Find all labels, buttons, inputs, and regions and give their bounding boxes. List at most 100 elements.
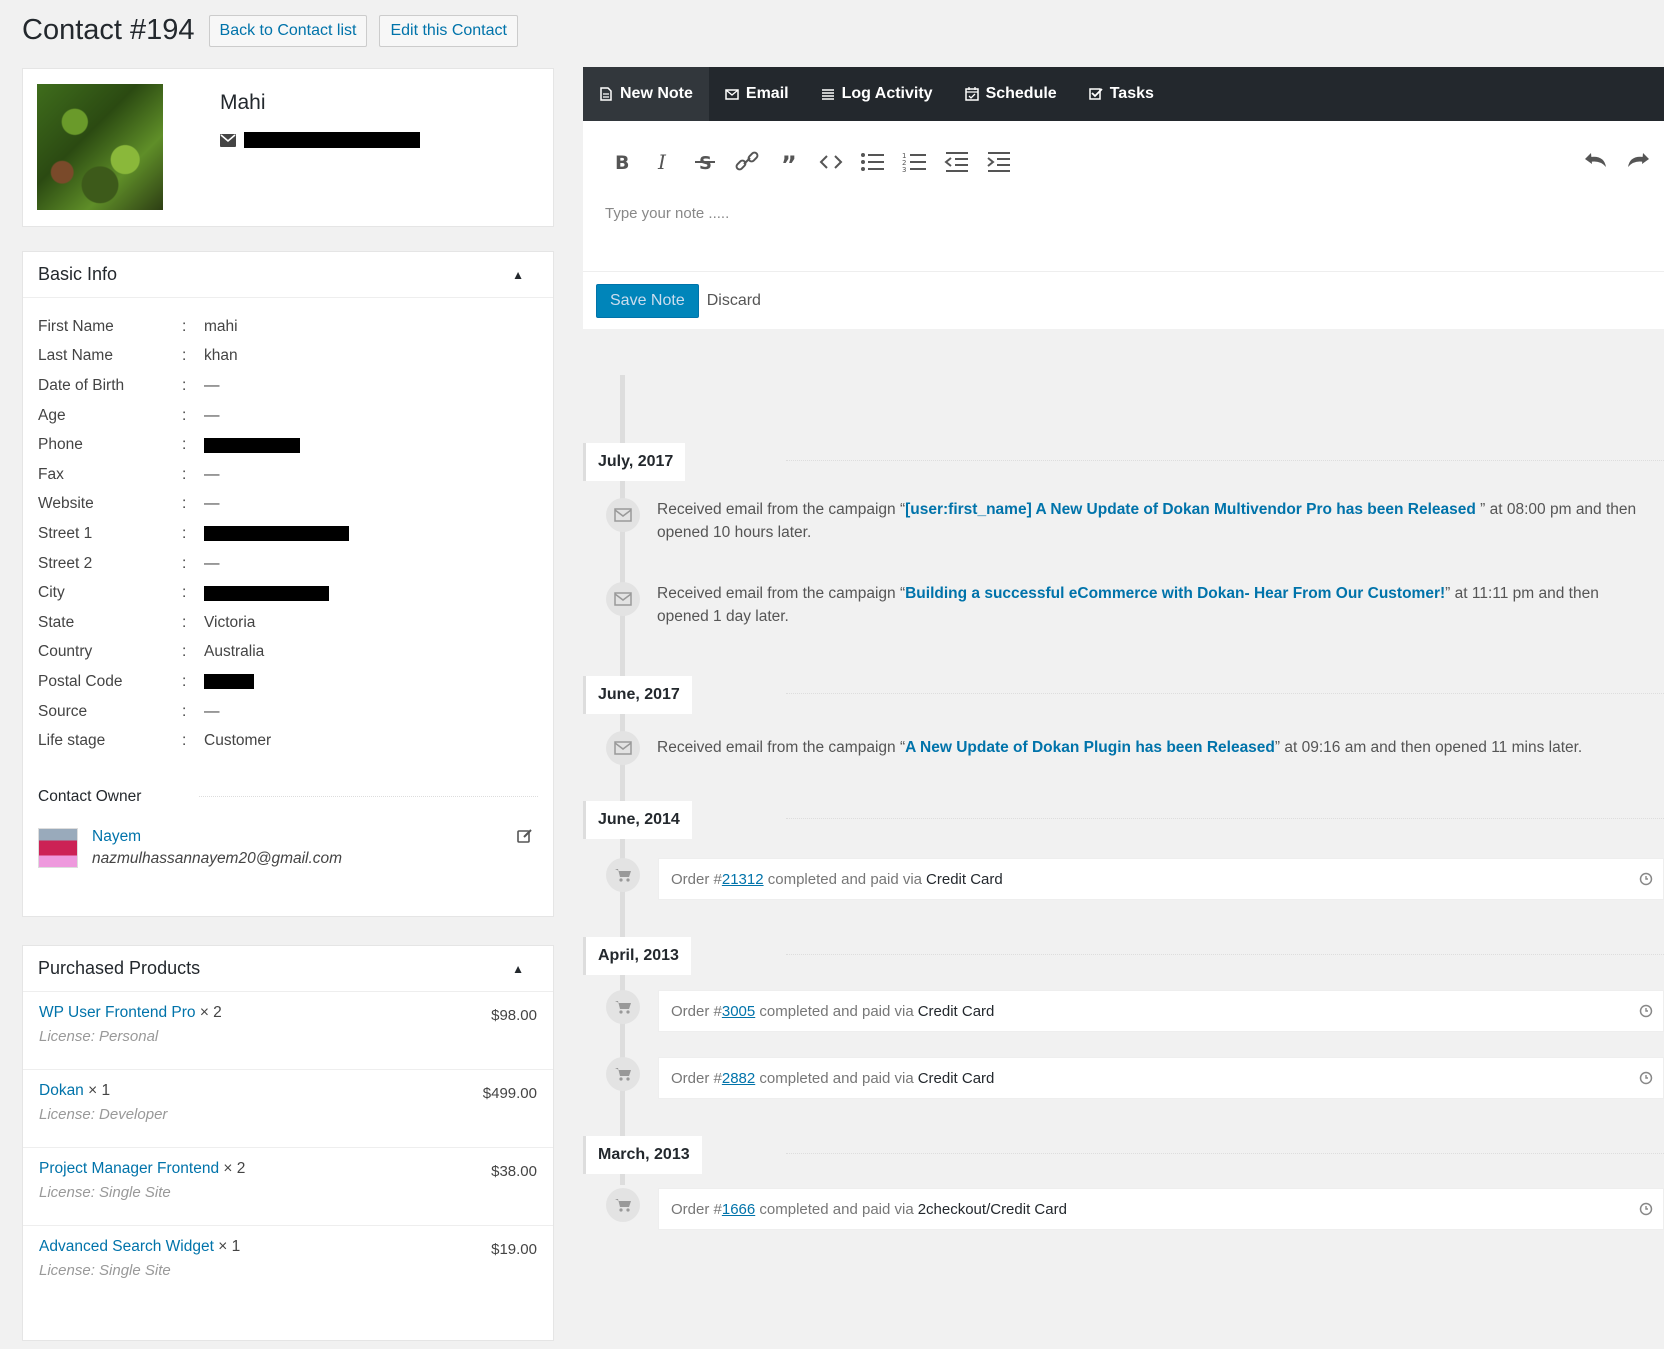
contact-name: Mahi xyxy=(220,91,266,114)
clock-icon xyxy=(1639,1004,1653,1018)
contact-owner-heading: Contact Owner xyxy=(23,788,553,806)
owner-name-link[interactable]: Nayem xyxy=(92,828,342,846)
info-row-source: Source: — xyxy=(38,702,220,720)
numbered-list-icon[interactable]: 123 xyxy=(901,149,929,175)
info-row-country: Country: Australia xyxy=(38,643,265,661)
right-column: New Note Email Log Activity Schedule Tas… xyxy=(583,67,1664,1230)
tab-schedule[interactable]: Schedule xyxy=(949,67,1073,121)
discard-button[interactable]: Discard xyxy=(707,292,761,310)
collapse-triangle-icon[interactable]: ▲ xyxy=(512,962,524,976)
undo-icon[interactable] xyxy=(1582,149,1610,175)
basic-info-title: Basic Info xyxy=(38,264,118,284)
note-actions: Save Note Discard xyxy=(583,271,1664,329)
product-link[interactable]: Project Manager Frontend xyxy=(39,1160,219,1177)
product-link[interactable]: WP User Frontend Pro xyxy=(39,1004,196,1021)
page-header: Contact #194 Back to Contact list Edit t… xyxy=(22,14,518,47)
info-row-last-name: Last Name: khan xyxy=(38,347,238,365)
info-label: Source xyxy=(38,702,88,720)
tab-label: New Note xyxy=(620,85,693,102)
product-qty: × 1 xyxy=(218,1238,241,1255)
edit-icon[interactable] xyxy=(517,828,533,844)
blockquote-icon[interactable]: ” xyxy=(775,149,803,175)
purchased-products-header[interactable]: Purchased Products ▲ xyxy=(23,946,553,992)
info-label: Fax xyxy=(38,465,64,483)
bullet-list-icon[interactable] xyxy=(859,149,887,175)
campaign-link[interactable]: Building a successful eCommerce with Dok… xyxy=(905,585,1445,602)
activity-text: completed and paid via xyxy=(759,1200,914,1218)
purchased-products-panel: Purchased Products ▲ WP User Frontend Pr… xyxy=(22,945,554,1341)
info-value: — xyxy=(204,495,220,513)
order-link[interactable]: 3005 xyxy=(722,1003,755,1020)
tab-label: Email xyxy=(745,85,789,102)
campaign-link[interactable]: [user:first_name] A New Update of Dokan … xyxy=(905,501,1476,518)
contact-email-row xyxy=(220,132,420,148)
email-activity: Received email from the campaign “A New … xyxy=(657,736,1652,759)
bold-icon[interactable]: B xyxy=(607,149,635,175)
redo-icon[interactable] xyxy=(1624,149,1652,175)
info-row-date-of-birth: Date of Birth: — xyxy=(38,376,220,394)
email-activity: Received email from the campaign “[user:… xyxy=(657,498,1652,544)
order-link[interactable]: 21312 xyxy=(722,871,764,888)
product-link[interactable]: Advanced Search Widget xyxy=(39,1238,214,1255)
info-label: City xyxy=(38,584,65,602)
month-header: June, 2014 xyxy=(583,801,692,839)
info-value: Australia xyxy=(204,643,265,661)
edit-contact-button[interactable]: Edit this Contact xyxy=(379,14,518,47)
link-icon[interactable] xyxy=(733,149,761,175)
info-label: Phone xyxy=(38,436,83,454)
product-item: WP User Frontend Pro × 2 License: Person… xyxy=(23,992,553,1070)
basic-info-header[interactable]: Basic Info ▲ xyxy=(23,252,553,298)
envelope-icon xyxy=(606,498,640,532)
back-to-contact-list-button[interactable]: Back to Contact list xyxy=(208,14,368,47)
svg-text:B: B xyxy=(615,152,629,174)
info-row-website: Website: — xyxy=(38,495,220,513)
info-value: — xyxy=(204,465,220,483)
contact-owner: Nayem nazmulhassannayem20@gmail.com xyxy=(23,806,553,868)
product-item: Project Manager Frontend × 2 License: Si… xyxy=(23,1148,553,1226)
campaign-link[interactable]: A New Update of Dokan Plugin has been Re… xyxy=(905,739,1275,756)
order-activity: Order #1666 completed and paid via 2check… xyxy=(658,1188,1664,1230)
info-label: Street 1 xyxy=(38,524,93,542)
strikethrough-icon[interactable]: S xyxy=(691,149,719,175)
product-license: License: Personal xyxy=(39,1028,159,1045)
outdent-icon[interactable] xyxy=(943,149,971,175)
envelope-icon xyxy=(725,89,739,100)
payment-method: Credit Card xyxy=(917,1002,995,1020)
collapse-triangle-icon[interactable]: ▲ xyxy=(512,268,524,282)
order-link[interactable]: 1666 xyxy=(722,1201,755,1218)
payment-method: 2checkout/Credit Card xyxy=(917,1200,1067,1218)
info-label: Website xyxy=(38,495,94,513)
info-row-street-1: Street 1: xyxy=(23,519,553,549)
cart-icon xyxy=(606,990,640,1024)
info-label: Country xyxy=(38,643,93,661)
product-link[interactable]: Dokan xyxy=(39,1082,84,1099)
envelope-icon xyxy=(606,731,640,765)
order-link[interactable]: 2882 xyxy=(722,1070,755,1087)
info-row-state: State: Victoria xyxy=(38,613,256,631)
info-label: Last Name xyxy=(38,347,113,365)
divider xyxy=(786,818,1664,819)
month-header: June, 2017 xyxy=(583,676,692,714)
tab-tasks[interactable]: Tasks xyxy=(1073,67,1170,121)
save-note-button[interactable]: Save Note xyxy=(596,283,699,318)
payment-method: Credit Card xyxy=(917,1069,995,1087)
code-icon[interactable] xyxy=(817,149,845,175)
note-placeholder[interactable]: Type your note ..... xyxy=(605,205,729,222)
tab-email[interactable]: Email xyxy=(709,67,805,121)
info-row-street-2: Street 2: — xyxy=(38,554,220,572)
document-icon xyxy=(600,87,612,101)
calendar-icon xyxy=(964,87,979,101)
redacted-street xyxy=(204,526,349,542)
indent-icon[interactable] xyxy=(985,149,1013,175)
italic-icon[interactable]: I xyxy=(649,149,677,175)
contact-owner-title: Contact Owner xyxy=(38,787,142,805)
divider xyxy=(786,954,1664,955)
info-value: Victoria xyxy=(204,613,256,631)
tab-new-note[interactable]: New Note xyxy=(583,67,709,121)
left-column: Mahi Basic Info ▲ First Name: mahi Last N… xyxy=(22,68,554,1341)
tab-log-activity[interactable]: Log Activity xyxy=(805,67,949,121)
info-value: mahi xyxy=(204,317,238,335)
note-editor[interactable]: B I S ” 123 Type your note ..... xyxy=(583,121,1664,271)
divider xyxy=(786,1153,1664,1154)
activity-text: Order # xyxy=(671,1002,722,1020)
